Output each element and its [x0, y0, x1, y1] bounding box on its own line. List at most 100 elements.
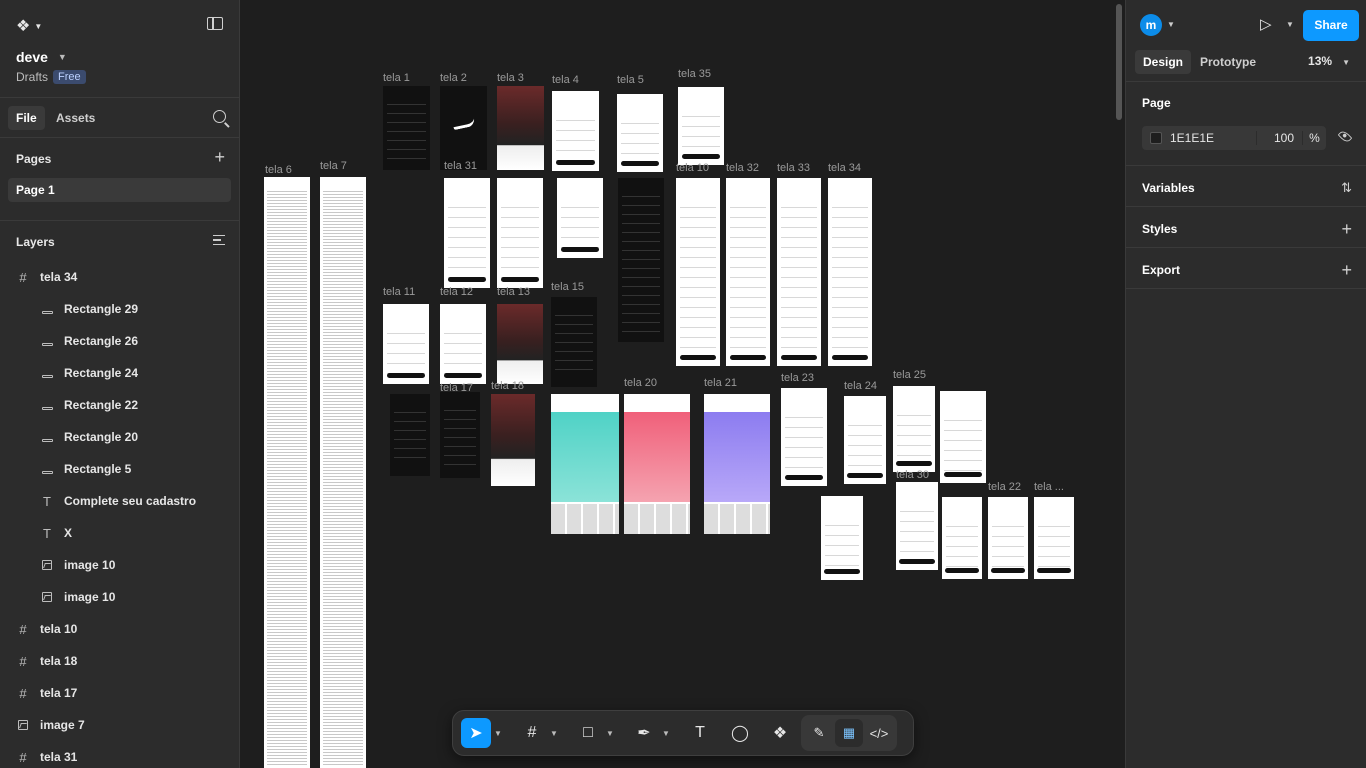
frame-label[interactable]: tela 17 — [440, 382, 473, 394]
frame-label[interactable]: tela 32 — [726, 162, 759, 174]
canvas[interactable]: tela 1 tela 2 tela 3 tela 4 tela 5 tela 35 tel… — [241, 0, 1125, 768]
design-frame[interactable] — [618, 178, 664, 342]
design-frame[interactable] — [781, 388, 827, 486]
design-frame[interactable] — [988, 497, 1028, 579]
layer-item[interactable]: Rectangle 20 — [0, 421, 239, 453]
layer-item[interactable]: Rectangle 22 — [0, 389, 239, 421]
frame-label[interactable]: tela 5 — [617, 74, 644, 86]
layer-item[interactable]: image 10 — [0, 581, 239, 613]
design-frame[interactable] — [704, 394, 770, 534]
design-frame[interactable] — [942, 497, 982, 579]
variables-adjust-icon[interactable]: ⇅ — [1341, 180, 1352, 196]
frame-label[interactable]: tela 13 — [497, 286, 530, 298]
canvas-scrollbar[interactable] — [1116, 4, 1122, 120]
frame-label[interactable]: tela ... — [1034, 481, 1064, 493]
design-frame[interactable] — [383, 304, 429, 384]
layer-item[interactable]: # tela 18 — [0, 645, 239, 677]
move-tool-button[interactable]: ➤ — [461, 718, 491, 748]
zoom-control[interactable]: 13% ▼ — [1308, 54, 1350, 68]
design-frame[interactable] — [893, 386, 935, 472]
frame-label[interactable]: tela 20 — [624, 377, 657, 389]
design-frame[interactable] — [617, 94, 663, 172]
design-frame[interactable] — [676, 178, 720, 366]
design-frame[interactable] — [264, 177, 310, 768]
design-frame[interactable] — [828, 178, 872, 366]
design-frame[interactable] — [383, 86, 430, 170]
toggle-sidebar-icon[interactable] — [207, 17, 223, 30]
frame-label[interactable]: tela 33 — [777, 162, 810, 174]
layer-item[interactable]: Rectangle 24 — [0, 357, 239, 389]
frame-label[interactable]: tela 23 — [781, 372, 814, 384]
main-menu-button[interactable]: ❖ ▼ — [16, 16, 42, 36]
page-color-hex[interactable]: 1E1E1E — [1170, 131, 1256, 145]
layer-item[interactable]: # tela 17 — [0, 677, 239, 709]
frame-label[interactable]: tela 4 — [552, 74, 579, 86]
frame-label[interactable]: tela 15 — [551, 281, 584, 293]
page-item[interactable]: Page 1 — [8, 178, 231, 202]
text-tool-button[interactable]: T — [685, 718, 715, 748]
layer-item[interactable]: Rectangle 29 — [0, 293, 239, 325]
frame-label[interactable]: tela 30 — [896, 469, 929, 481]
frame-label[interactable]: tela 25 — [893, 369, 926, 381]
comment-tool-button[interactable]: ◯ — [725, 718, 755, 748]
design-frame[interactable] — [552, 91, 599, 171]
color-swatch[interactable] — [1150, 132, 1162, 144]
layer-item[interactable]: # tela 10 — [0, 613, 239, 645]
variables-section[interactable]: Variables ⇅ — [1126, 166, 1366, 207]
share-button[interactable]: Share — [1303, 10, 1359, 41]
layer-item[interactable]: TX — [0, 517, 239, 549]
design-frame[interactable] — [491, 394, 535, 486]
visibility-eye-icon[interactable] — [1337, 129, 1353, 144]
add-page-icon[interactable]: + — [214, 148, 225, 166]
move-tool-chevron-icon[interactable]: ▼ — [491, 729, 505, 738]
collapse-layers-icon[interactable] — [213, 235, 225, 245]
avatar[interactable]: m — [1140, 14, 1162, 36]
project-name[interactable]: deve ▼ — [16, 49, 67, 65]
chevron-down-icon[interactable]: ▼ — [1286, 20, 1294, 29]
design-frame[interactable] — [440, 304, 486, 384]
design-frame[interactable] — [551, 394, 619, 534]
tab-prototype[interactable]: Prototype — [1192, 50, 1264, 74]
chevron-down-icon[interactable]: ▼ — [1167, 20, 1175, 29]
plan-badge[interactable]: Free — [53, 70, 86, 84]
page-color-field[interactable]: 1E1E1E 100 % — [1142, 126, 1326, 150]
search-icon[interactable] — [213, 110, 226, 123]
page-opacity[interactable]: 100 — [1256, 131, 1302, 145]
frame-label[interactable]: tela 1 — [383, 72, 410, 84]
design-frame[interactable] — [726, 178, 770, 366]
design-frame[interactable] — [777, 178, 821, 366]
layer-item[interactable]: image 7 — [0, 709, 239, 741]
design-mode-button[interactable]: ▦ — [835, 719, 863, 747]
frame-label[interactable]: tela 34 — [828, 162, 861, 174]
dev-mode-button[interactable]: </> — [865, 719, 893, 747]
design-frame[interactable] — [497, 178, 543, 288]
frame-label[interactable]: tela 2 — [440, 72, 467, 84]
design-frame[interactable] — [444, 178, 490, 288]
shape-tool-button[interactable]: □ — [573, 718, 603, 748]
design-frame[interactable] — [497, 86, 544, 170]
add-export-icon[interactable]: + — [1341, 260, 1352, 281]
tab-assets[interactable]: Assets — [48, 106, 103, 130]
frame-label[interactable]: tela 6 — [265, 164, 292, 176]
design-frame[interactable] — [678, 87, 724, 165]
tab-design[interactable]: Design — [1135, 50, 1192, 74]
frame-label[interactable]: tela 11 — [383, 286, 415, 298]
frame-label[interactable]: tela 3 — [497, 72, 524, 84]
layer-item[interactable]: # tela 34 — [0, 261, 239, 293]
frame-tool-button[interactable]: # — [517, 718, 547, 748]
layer-item[interactable]: T Complete seu cadastro — [0, 485, 239, 517]
design-frame[interactable] — [320, 177, 366, 768]
draw-mode-button[interactable]: ✎ — [805, 719, 833, 747]
frame-label[interactable]: tela 21 — [704, 377, 737, 389]
frame-label[interactable]: tela 24 — [844, 380, 877, 392]
frame-label[interactable]: tela 35 — [678, 68, 711, 80]
frame-label[interactable]: tela 12 — [440, 286, 473, 298]
design-frame[interactable] — [821, 496, 863, 580]
present-play-icon[interactable]: ▷ — [1260, 15, 1272, 33]
frame-tool-chevron-icon[interactable]: ▼ — [547, 729, 561, 738]
frame-label[interactable]: tela 22 — [988, 481, 1021, 493]
actions-button[interactable]: ❖ — [765, 718, 795, 748]
design-frame[interactable] — [844, 396, 886, 484]
design-frame[interactable] — [940, 391, 986, 483]
frame-label[interactable]: tela 7 — [320, 160, 347, 172]
